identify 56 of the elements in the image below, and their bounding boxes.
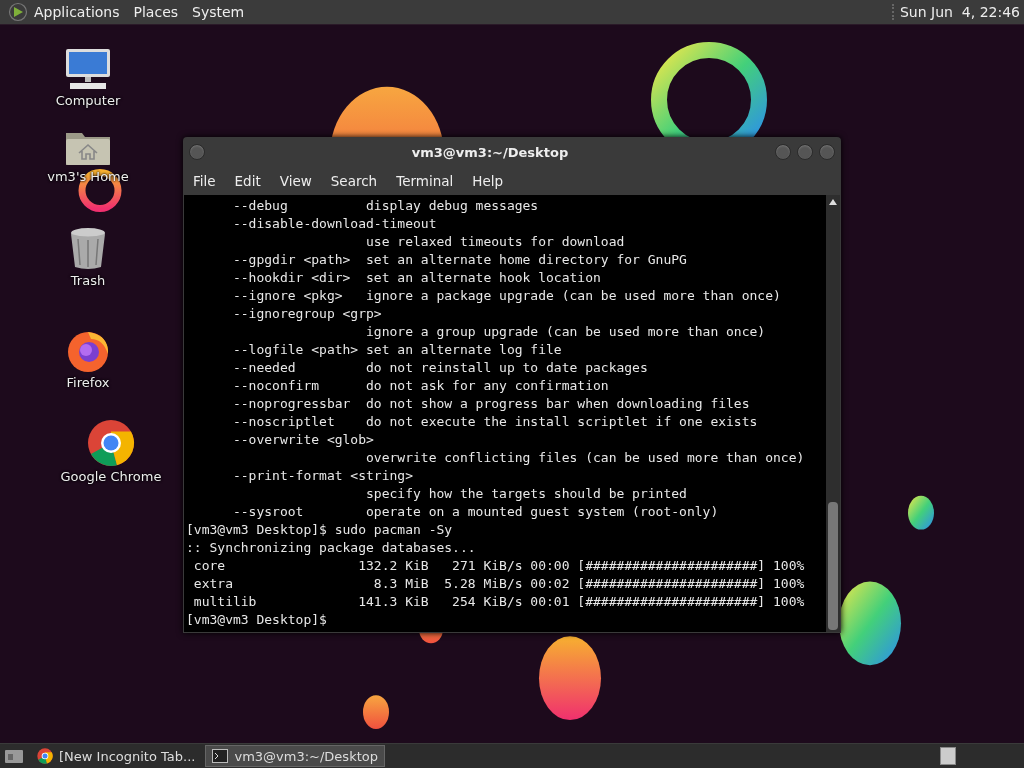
terminal-line: :: Synchronizing package databases...	[186, 539, 477, 557]
menu-item[interactable]: File	[193, 173, 216, 189]
terminal-line: specify how the targets should be printed	[365, 485, 688, 503]
scrollbar[interactable]	[826, 195, 840, 632]
taskbar-button[interactable]: [New Incognito Tab...	[31, 745, 202, 767]
panel-menu[interactable]: Places	[133, 4, 179, 20]
terminal-line: --needed do not reinstall up to date packages	[231, 359, 649, 377]
computer-icon[interactable]	[64, 47, 112, 91]
terminal-line: [vm3@vm3 Desktop]$ sudo pacman -Sy	[186, 521, 454, 539]
terminal-line: multilib 141.3 KiB 254 KiB/s 00:01 [######################] 100%	[192, 593, 806, 611]
close-button[interactable]	[819, 144, 835, 160]
logo-icon[interactable]	[8, 2, 28, 22]
scrollbar-thumb[interactable]	[828, 502, 838, 630]
scroll-up-icon[interactable]	[829, 199, 837, 205]
terminal-line: --overwrite <glob>	[231, 431, 375, 449]
terminal-line: extra 8.3 MiB 5.28 MiB/s 00:02 [######################] 100%	[192, 575, 806, 593]
terminal-line: --noconfirm do not ask for any confirmation	[231, 377, 610, 395]
terminal-line: --noscriptlet do not execute the install scriptlet if one exists	[231, 413, 759, 431]
window-title: vm3@vm3:~/Desktop	[410, 144, 570, 160]
taskbar-button[interactable]: vm3@vm3:~/Desktop	[205, 745, 385, 767]
chrome-icon	[37, 748, 53, 764]
terminal-line: --ignore <pkg> ignore a package upgrade (can be used more than once)	[231, 287, 782, 305]
terminal-line: --ignoregroup <grp>	[231, 305, 383, 323]
show-desktop-icon[interactable]	[5, 749, 23, 763]
terminal-line: core 132.2 KiB 271 KiB/s 00:00 [######################] 100%	[192, 557, 806, 575]
terminal-line: ignore a group upgrade (can be used more than once)	[365, 323, 767, 341]
maximize-button[interactable]	[797, 144, 813, 160]
panel-menu[interactable]: Applications	[34, 4, 120, 20]
trash-icon[interactable]	[68, 227, 108, 271]
terminal-line: [vm3@vm3 Desktop]$	[186, 611, 328, 629]
terminal-icon	[212, 749, 229, 763]
terminal-line: --logfile <path> set an alternate log file	[231, 341, 563, 359]
menu-item[interactable]: View	[279, 173, 312, 189]
terminal-line: --gpgdir <path> set an alternate home directory for GnuPG	[231, 251, 688, 269]
chrome-icon[interactable]	[87, 419, 135, 467]
menu-item[interactable]: Terminal	[396, 173, 454, 189]
terminal-line: overwrite conflicting files (can be used more than once)	[365, 449, 806, 467]
menu-item[interactable]: Search	[330, 173, 378, 189]
menu-item[interactable]: Edit	[234, 173, 261, 189]
terminal-line: --noprogressbar do not show a progress bar when downloading files	[231, 395, 751, 413]
desktop-icon-label[interactable]: Trash	[70, 273, 106, 288]
terminal-line: use relaxed timeouts for download	[365, 233, 626, 251]
terminal-line: --disable-download-timeout	[231, 215, 438, 233]
terminal-line: --print-format <string>	[231, 467, 414, 485]
desktop-icon-label[interactable]: Google Chrome	[60, 469, 162, 484]
terminal-line: --debug display debug messages	[231, 197, 540, 215]
clock[interactable]: Sun Jun 4, 22:46	[892, 4, 1020, 20]
terminal-line: --sysroot operate on a mounted guest system (root-only)	[231, 503, 720, 521]
panel-menu[interactable]: System	[192, 4, 245, 20]
minimize-button[interactable]	[775, 144, 791, 160]
desktop-icon-label[interactable]: Firefox	[66, 375, 110, 390]
terminal-line: --hookdir <dir> set an alternate hook location	[231, 269, 602, 287]
desktop-icon-label[interactable]: Computer	[55, 93, 121, 108]
window-menu-button[interactable]	[189, 144, 205, 160]
menu-item[interactable]: Help	[472, 173, 504, 189]
workspace-switcher[interactable]	[940, 747, 956, 765]
